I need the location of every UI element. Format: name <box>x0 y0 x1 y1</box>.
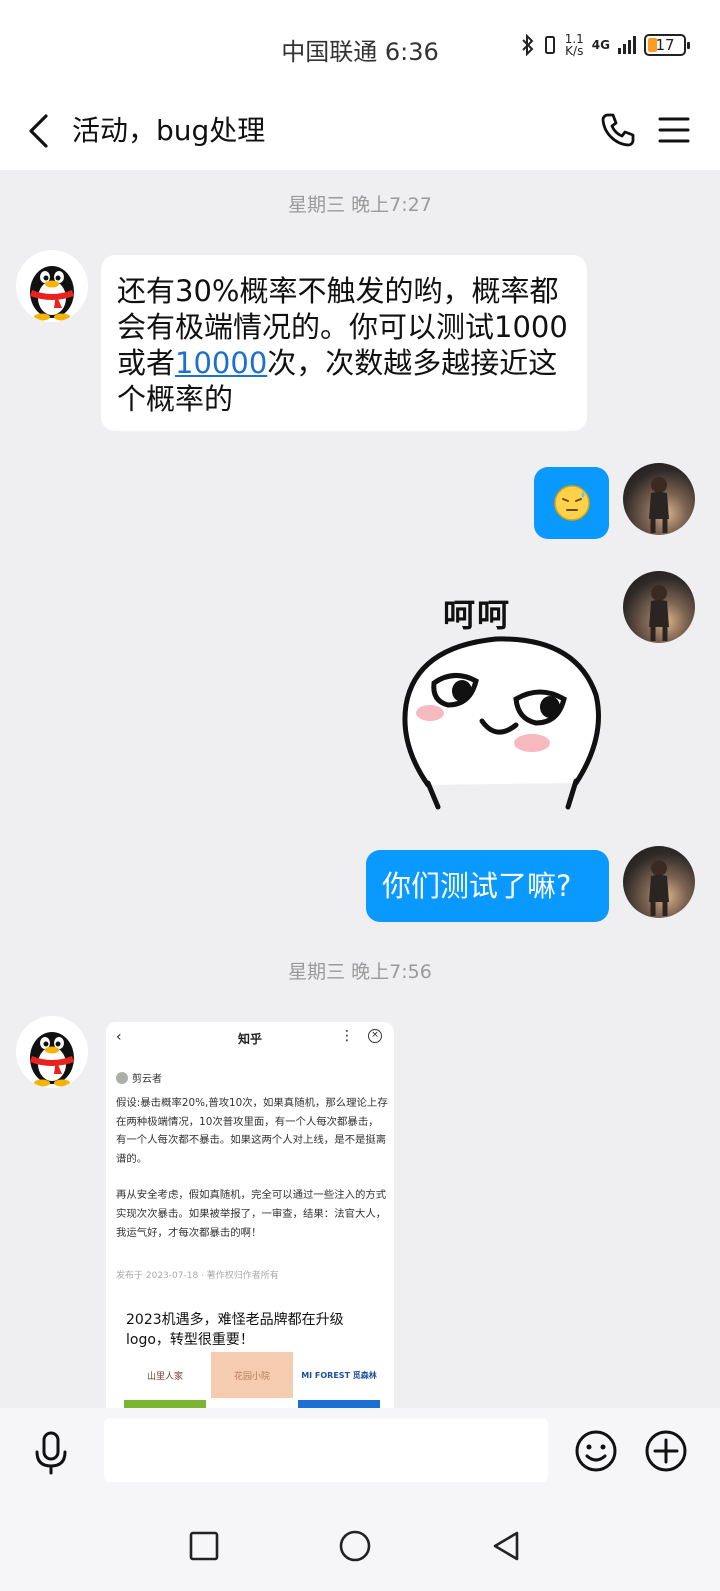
more-dots-icon: ⋮ <box>340 1028 354 1044</box>
chevron-left-icon <box>29 114 48 148</box>
battery-icon: 17 <box>644 34 690 56</box>
sender-avatar[interactable] <box>16 1016 88 1088</box>
more-menu-button[interactable] <box>652 105 696 155</box>
qq-penguin-icon <box>30 1032 74 1087</box>
hamburger-menu-icon <box>658 117 690 143</box>
image-message[interactable]: ‹ 知乎 ⋮ × 剪云者 假设:暴击概率20%,普攻10次，如果真随机，那么理论… <box>106 1022 394 1408</box>
number-link[interactable]: 10000 <box>175 346 267 380</box>
user-photo-icon <box>649 585 669 641</box>
my-avatar[interactable] <box>623 846 695 918</box>
message-bubble-outgoing[interactable] <box>534 467 609 539</box>
system-nav-bar <box>0 1496 720 1591</box>
call-button[interactable] <box>596 105 640 155</box>
chat-title: 活动，bug处理 <box>72 114 266 147</box>
more-actions-button[interactable] <box>642 1426 690 1476</box>
logo-tile: 花园小院 <box>211 1352 293 1398</box>
close-icon: × <box>368 1029 382 1043</box>
my-avatar[interactable] <box>623 571 695 643</box>
logo-tile: MI FOREST 觅森林 <box>301 1370 377 1380</box>
emoji-button[interactable] <box>572 1426 620 1476</box>
message-timestamp: 星期三 晚上7:56 <box>288 961 432 983</box>
input-bar <box>0 1408 720 1496</box>
chat-header: 活动，bug处理 <box>0 95 720 170</box>
circle-icon <box>339 1530 371 1562</box>
screenshot-body: 假设:暴击概率20%,普攻10次，如果真随机，那么理论上存在两种极端情况，10次… <box>116 1097 388 1239</box>
smiley-icon <box>575 1430 617 1472</box>
sweat-smile-emoji-icon <box>553 485 590 521</box>
bluetooth-icon <box>521 34 534 56</box>
screenshot-color-bars <box>124 1400 380 1408</box>
author-avatar-icon <box>116 1071 128 1084</box>
user-photo-icon <box>649 477 669 533</box>
message-bubble-outgoing[interactable]: 你们测试了嘛? <box>366 850 609 922</box>
back-button[interactable] <box>18 107 58 155</box>
home-button[interactable] <box>325 1516 385 1576</box>
triangle-back-icon <box>493 1531 519 1561</box>
screenshot-ad-text: 2023机遇多，难怪老品牌都在升级logo，转型很重要！ <box>126 1312 344 1348</box>
back-nav-button[interactable] <box>476 1516 536 1576</box>
network-type: 4G <box>591 38 610 52</box>
screenshot-author: 剪云者 <box>116 1070 162 1085</box>
voice-button[interactable] <box>26 1426 76 1480</box>
message-input[interactable] <box>104 1418 548 1482</box>
smirk-sticker-image[interactable] <box>392 625 610 815</box>
signal-icon <box>618 36 636 54</box>
my-avatar[interactable] <box>623 463 695 535</box>
sender-avatar[interactable] <box>16 250 88 322</box>
status-icons: 1.1 K/s 4G 17 <box>521 32 690 58</box>
screenshot-date: 发布于 2023-07-18 · 著作权归作者所有 <box>116 1271 279 1281</box>
user-photo-icon <box>649 860 669 916</box>
logo-tile: 山里人家 <box>146 1371 183 1382</box>
message-timestamp: 星期三 晚上7:27 <box>288 194 432 216</box>
microphone-icon <box>35 1431 67 1475</box>
screenshot-header: ‹ 知乎 ⋮ × <box>106 1022 394 1052</box>
status-bar: 中国联通 6:36 1.1 K/s 4G 17 <box>0 0 720 95</box>
qq-penguin-icon <box>30 266 74 321</box>
net-speed: 1.1 K/s <box>564 32 584 58</box>
recent-apps-button[interactable] <box>174 1516 234 1576</box>
message-text: 你们测试了嘛? <box>382 869 572 903</box>
vibrate-icon <box>544 36 555 54</box>
phone-icon <box>601 113 635 147</box>
plus-circle-icon <box>645 1430 687 1472</box>
message-bubble-incoming[interactable]: 还有30%概率不触发的哟，概率都会有极端情况的。你可以测试1000或者10000… <box>101 255 587 431</box>
screenshot-logo-row: 山里人家 花园小院 MI FOREST 觅森林 <box>124 1352 380 1398</box>
square-icon <box>189 1531 219 1561</box>
message-text: 还有30%概率不触发的哟，概率都会有极端情况的。你可以测试1000或者10000… <box>117 274 568 416</box>
